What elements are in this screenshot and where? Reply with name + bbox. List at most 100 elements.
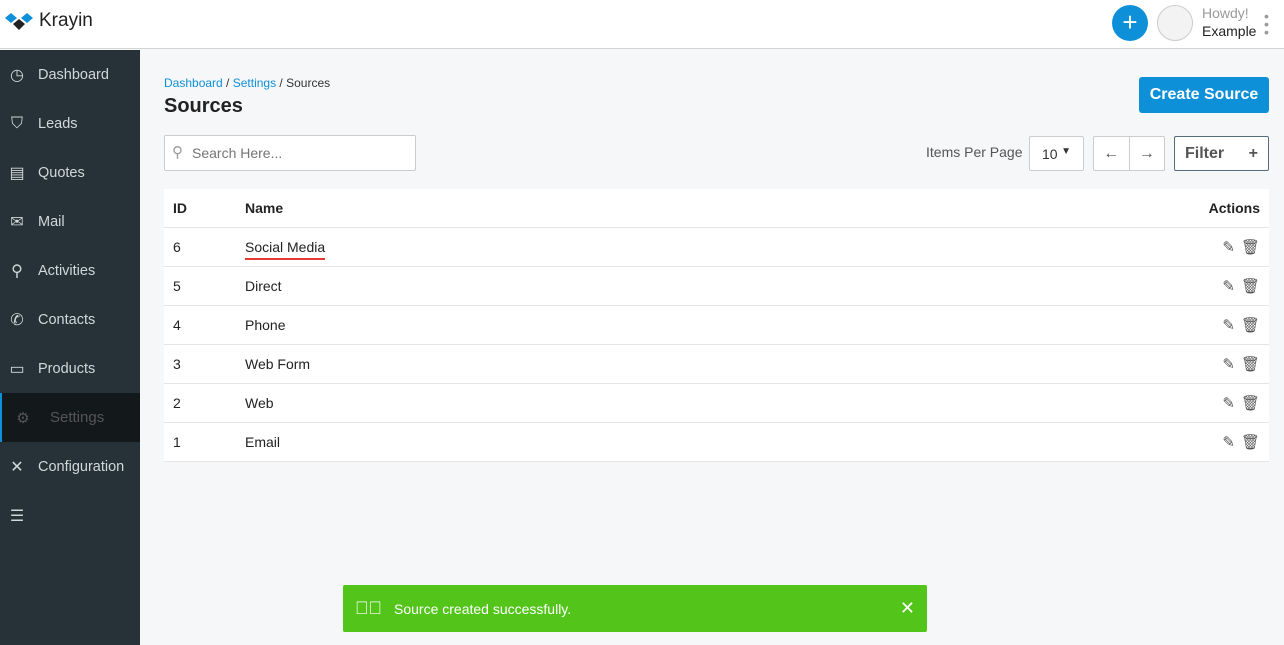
- source-name: Web: [245, 394, 274, 411]
- cell-actions: ✎ 🗑︎: [841, 266, 1269, 306]
- gear-icon: ⚙: [16, 409, 30, 427]
- cell-name: Email: [236, 422, 842, 462]
- table-row: 2 Web ✎ 🗑︎: [164, 383, 1269, 423]
- header-id[interactable]: ID: [164, 189, 236, 228]
- box-icon: ▭: [9, 360, 25, 378]
- table-row: 3 Web Form ✎ 🗑︎: [164, 344, 1269, 384]
- sidebar-item-label: Quotes: [38, 164, 85, 181]
- sources-table: ID Name Actions 6 Social Media ✎ 🗑︎ 5 Direct ✎ 🗑︎…: [164, 189, 1269, 462]
- search-input[interactable]: [164, 135, 416, 171]
- avatar[interactable]: [1157, 5, 1193, 41]
- header-name[interactable]: Name: [236, 189, 842, 228]
- trash-icon[interactable]: 🗑︎: [1241, 317, 1260, 334]
- table-row: 5 Direct ✎ 🗑︎: [164, 266, 1269, 306]
- trash-icon[interactable]: 🗑︎: [1241, 356, 1260, 373]
- source-name: Phone: [245, 316, 286, 333]
- sidebar-item-label: Products: [38, 360, 96, 377]
- sidebar-item-label: Settings: [50, 409, 105, 426]
- per-page-value: 10: [1042, 146, 1058, 162]
- howdy-label: Howdy!: [1202, 5, 1249, 21]
- cell-name: Social Media: [236, 227, 842, 267]
- sidebar-item-label: Dashboard: [38, 66, 109, 83]
- cell-id: 4: [164, 305, 236, 345]
- breadcrumb-dashboard[interactable]: Dashboard: [164, 76, 223, 90]
- top-bar: Krayin + Howdy! Example • • •: [0, 0, 1284, 49]
- edit-icon[interactable]: ✎: [1222, 434, 1235, 451]
- collapse-icon: ☰: [9, 507, 25, 525]
- create-source-button[interactable]: Create Source: [1139, 77, 1269, 113]
- sidebar-item-label: Activities: [38, 262, 96, 279]
- cell-name: Web: [236, 383, 842, 423]
- sidebar-item-label: Configuration: [38, 458, 125, 475]
- more-options-icon[interactable]: • • •: [1264, 9, 1272, 39]
- cell-actions: ✎ 🗑︎: [841, 383, 1269, 423]
- sidebar-item-label: Mail: [38, 213, 65, 230]
- sidebar-item-mail[interactable]: ✉ Mail: [0, 197, 140, 246]
- trash-icon[interactable]: 🗑︎: [1241, 239, 1260, 256]
- sidebar-item-contacts[interactable]: ✆ Contacts: [0, 295, 140, 344]
- filter-button[interactable]: Filter +: [1174, 136, 1269, 171]
- table-row: 6 Social Media ✎ 🗑︎: [164, 227, 1269, 267]
- page-title: Sources: [164, 95, 243, 117]
- cell-id: 6: [164, 227, 236, 267]
- cell-actions: ✎ 🗑︎: [841, 422, 1269, 462]
- quick-add-button[interactable]: +: [1112, 5, 1148, 41]
- prev-page-button[interactable]: ←: [1094, 137, 1130, 170]
- trash-icon[interactable]: 🗑︎: [1241, 278, 1260, 295]
- breadcrumb: Dashboard / Settings / Sources: [164, 76, 331, 90]
- trash-icon[interactable]: 🗑︎: [1241, 395, 1260, 412]
- table-row: 4 Phone ✎ 🗑︎: [164, 305, 1269, 345]
- sidebar-item-label: Contacts: [38, 311, 96, 328]
- per-page-select[interactable]: 10 ▼: [1029, 136, 1084, 171]
- breadcrumb-settings[interactable]: Settings: [233, 76, 276, 90]
- close-icon[interactable]: ✕: [900, 598, 915, 619]
- sidebar-item-configuration[interactable]: ✕ Configuration: [0, 442, 140, 491]
- sidebar-item-leads[interactable]: ⛉ Leads: [0, 99, 140, 148]
- app-name: Krayin: [39, 10, 93, 31]
- table-row: 1 Email ✎ 🗑︎: [164, 422, 1269, 462]
- edit-icon[interactable]: ✎: [1222, 278, 1235, 295]
- cell-actions: ✎ 🗑︎: [841, 305, 1269, 345]
- document-icon: ▤: [9, 164, 25, 182]
- sidebar-item-products[interactable]: ▭ Products: [0, 344, 140, 393]
- search-icon: ⚲: [172, 144, 183, 161]
- cell-name: Phone: [236, 305, 842, 345]
- check-circle-icon: ✓⃝: [355, 598, 382, 618]
- breadcrumb-current: Sources: [286, 76, 331, 90]
- sidebar-item-activities[interactable]: ⚲ Activities: [0, 246, 140, 295]
- chevron-down-icon: ▼: [1061, 146, 1071, 157]
- cell-name: Web Form: [236, 344, 842, 384]
- cell-id: 5: [164, 266, 236, 306]
- source-name: Email: [245, 433, 281, 450]
- dashboard-icon: ◷: [10, 66, 24, 84]
- logo[interactable]: Krayin: [5, 10, 93, 32]
- cell-name: Direct: [236, 266, 842, 306]
- next-page-button[interactable]: →: [1130, 137, 1165, 170]
- sidebar-item-dashboard[interactable]: ◷ Dashboard: [0, 50, 140, 99]
- bulb-icon: ⚲: [11, 262, 23, 280]
- table-header: ID Name Actions: [164, 189, 1269, 228]
- cell-actions: ✎ 🗑︎: [841, 227, 1269, 267]
- cell-id: 2: [164, 383, 236, 423]
- sidebar-item-quotes[interactable]: ▤ Quotes: [0, 148, 140, 197]
- user-name[interactable]: Example: [1202, 23, 1256, 39]
- edit-icon[interactable]: ✎: [1222, 356, 1235, 373]
- funnel-icon: ⛉: [10, 114, 23, 132]
- items-per-page-label: Items Per Page: [926, 144, 1023, 160]
- cell-id: 3: [164, 344, 236, 384]
- sidebar-item-label: Leads: [38, 115, 78, 132]
- krayin-logo-icon: [5, 13, 33, 30]
- success-toast: ✓⃝ Source created successfully. ✕: [343, 585, 927, 632]
- edit-icon[interactable]: ✎: [1222, 239, 1235, 256]
- cell-actions: ✎ 🗑︎: [841, 344, 1269, 384]
- header-actions: Actions: [841, 189, 1269, 228]
- trash-icon[interactable]: 🗑︎: [1241, 434, 1260, 451]
- toast-message: Source created successfully.: [394, 600, 572, 617]
- edit-icon[interactable]: ✎: [1222, 395, 1235, 412]
- plus-icon: +: [1248, 145, 1258, 162]
- sidebar-item-settings[interactable]: ⚙ Settings: [0, 393, 140, 442]
- collapse-sidebar-button[interactable]: ☰: [0, 491, 140, 540]
- source-name: Direct: [245, 277, 282, 294]
- mail-icon: ✉: [10, 213, 24, 231]
- edit-icon[interactable]: ✎: [1222, 317, 1235, 334]
